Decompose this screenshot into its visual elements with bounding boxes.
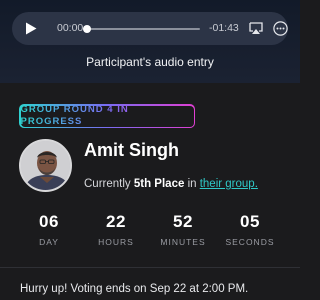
seek-thumb[interactable]: [83, 25, 91, 33]
airplay-icon[interactable]: [249, 22, 263, 35]
seek-bar[interactable]: [83, 25, 200, 33]
current-time: 00:00: [57, 22, 84, 34]
divider: [0, 267, 300, 268]
play-icon[interactable]: [24, 21, 38, 36]
remaining-time: -01:43: [209, 22, 239, 34]
countdown-hours-value: 22: [106, 212, 126, 231]
countdown-days: 06 DAY: [16, 212, 82, 248]
voting-deadline-notice: Hurry up! Voting ends on Sep 22 at 2:00 …: [20, 283, 249, 295]
countdown-days-value: 06: [39, 212, 59, 231]
countdown-minutes-label: MINUTES: [160, 237, 206, 247]
status-badge-inner: GROUP ROUND 4 IN PROGRESS: [20, 104, 194, 128]
rank-value: 5th Place: [133, 178, 185, 190]
audio-entry-section: 00:00 -01:43 Participant's audio entry: [0, 0, 300, 83]
group-link[interactable]: their group.: [200, 178, 258, 190]
rank-text: Currently 5th Place in their group.: [84, 177, 258, 191]
rank-middle: in: [187, 178, 197, 190]
countdown-hours-label: HOURS: [98, 237, 134, 247]
participant-card: GROUP ROUND 4 IN PROGRESS Amit Singh Cur…: [0, 87, 300, 300]
countdown-days-label: DAY: [39, 237, 59, 247]
countdown-minutes: 52 MINUTES: [150, 212, 216, 248]
avatar: [19, 139, 72, 192]
audio-caption: Participant's audio entry: [86, 55, 214, 69]
countdown-seconds: 05 SECONDS: [217, 212, 283, 248]
more-options-icon[interactable]: [273, 21, 288, 36]
audio-player: 00:00 -01:43: [12, 12, 288, 45]
countdown-seconds-value: 05: [240, 212, 260, 231]
status-badge: GROUP ROUND 4 IN PROGRESS: [19, 104, 195, 128]
countdown-timer: 06 DAY 22 HOURS 52 MINUTES 05 SECONDS: [0, 212, 300, 252]
avatar-portrait-icon: [21, 141, 70, 190]
countdown-minutes-value: 52: [173, 212, 193, 231]
countdown-seconds-label: SECONDS: [225, 237, 275, 247]
countdown-hours: 22 HOURS: [83, 212, 149, 248]
rank-prefix: Currently: [84, 178, 131, 190]
participant-name: Amit Singh: [84, 140, 179, 160]
status-badge-label: GROUP ROUND 4 IN PROGRESS: [21, 104, 194, 128]
